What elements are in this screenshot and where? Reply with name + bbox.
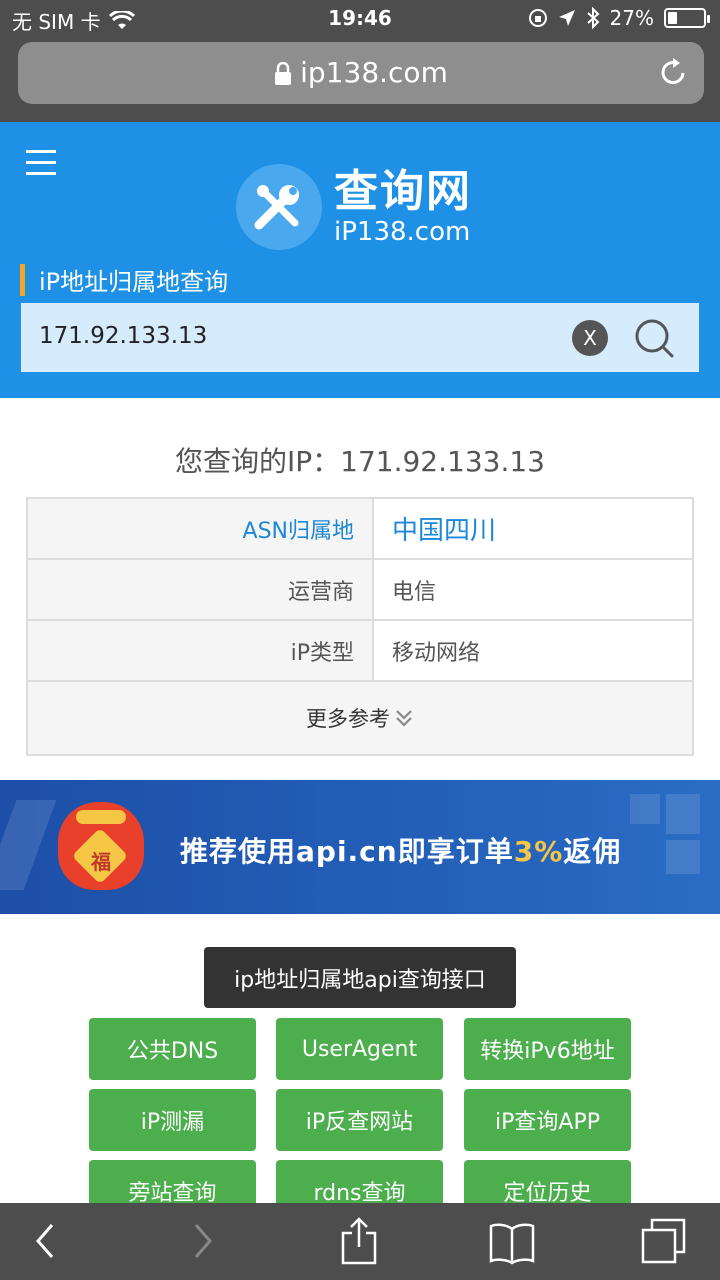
section-title-text: iP地址归属地查询	[39, 268, 229, 296]
forward-icon[interactable]	[190, 1221, 216, 1261]
banner-text-main: 推荐使用api.cn即享订单	[180, 835, 514, 868]
menu-icon[interactable]	[26, 150, 58, 176]
battery-icon	[664, 8, 710, 28]
title-accent-bar	[20, 263, 25, 296]
tool-button-ip-leak[interactable]: iP测漏	[89, 1089, 256, 1151]
section-title: iP地址归属地查询	[20, 262, 228, 297]
banner-text-pct: 3%	[513, 835, 564, 868]
lucky-bag-icon: 福	[58, 802, 144, 890]
api-query-button[interactable]: ip地址归属地api查询接口	[204, 947, 516, 1008]
table-row: 运营商 电信	[28, 560, 692, 621]
browser-toolbar	[0, 1203, 720, 1280]
row-value[interactable]: 中国四川	[374, 499, 692, 558]
bluetooth-icon	[586, 7, 599, 29]
banner-text: 推荐使用api.cn即享订单3%返佣	[180, 830, 621, 870]
bag-tie	[76, 810, 126, 824]
tool-button-app[interactable]: iP查询APP	[464, 1089, 631, 1151]
url-text: ip138.com	[300, 56, 448, 89]
status-right: 27%	[528, 6, 710, 30]
lock-icon	[275, 62, 292, 85]
logo-domain: iP138.com	[334, 217, 471, 247]
result-table: ASN归属地 中国四川 运营商 电信 iP类型 移动网络 更多参考	[26, 497, 694, 756]
tool-button-reverse-ip[interactable]: iP反查网站	[276, 1089, 443, 1151]
share-icon[interactable]	[340, 1217, 378, 1265]
battery-fill	[668, 12, 677, 24]
battery-percent: 27%	[609, 6, 654, 30]
banner-text-end: 返佣	[563, 835, 622, 868]
banner-decor	[630, 794, 660, 824]
tabs-icon[interactable]	[640, 1217, 688, 1265]
banner-decor	[0, 800, 57, 890]
back-icon[interactable]	[32, 1221, 58, 1261]
address-bar[interactable]: ip138.com	[18, 42, 704, 104]
more-label: 更多参考	[306, 707, 390, 731]
search-input[interactable]: 171.92.133.13	[39, 323, 207, 349]
row-label: ASN归属地	[28, 499, 374, 558]
bag-char: 福	[91, 850, 111, 874]
promo-banner[interactable]: 福 推荐使用api.cn即享订单3%返佣	[0, 780, 720, 914]
tool-button-ipv6[interactable]: 转换iPv6地址	[464, 1018, 631, 1080]
url-display[interactable]: ip138.com	[18, 56, 704, 89]
reload-icon[interactable]	[658, 56, 688, 88]
location-icon	[558, 10, 575, 26]
banner-decor	[666, 840, 700, 874]
tool-button-useragent[interactable]: UserAgent	[276, 1018, 443, 1080]
row-value: 电信	[392, 579, 437, 605]
row-label: 运营商	[28, 560, 374, 619]
table-row: ASN归属地 中国四川	[28, 499, 692, 560]
banner-decor	[666, 794, 700, 834]
tool-button-dns[interactable]: 公共DNS	[89, 1018, 256, 1080]
ip-search-box[interactable]: 171.92.133.13 X	[21, 303, 699, 372]
search-icon[interactable]	[633, 317, 675, 359]
orientation-lock-icon	[528, 9, 547, 27]
wrench-icon	[236, 164, 322, 250]
result-title: 您查询的IP：171.92.133.13	[175, 445, 545, 478]
logo-title: 查询网	[334, 166, 472, 217]
clear-button[interactable]: X	[572, 320, 608, 356]
table-row: iP类型 移动网络	[28, 621, 692, 682]
site-logo[interactable]: 查询网 iP138.com	[236, 164, 472, 250]
more-reference-button[interactable]: 更多参考	[28, 682, 692, 754]
status-bar: 无 SIM 卡 19:46 27%	[0, 0, 720, 36]
browser-chrome: 无 SIM 卡 19:46 27% ip138.com	[0, 0, 720, 122]
chevron-double-down-icon	[396, 710, 412, 727]
bookmarks-icon[interactable]	[488, 1221, 536, 1265]
site-header: 查询网 iP138.com iP地址归属地查询 171.92.133.13 X	[0, 122, 720, 398]
row-value: 移动网络	[392, 640, 481, 666]
row-label: iP类型	[28, 621, 374, 680]
